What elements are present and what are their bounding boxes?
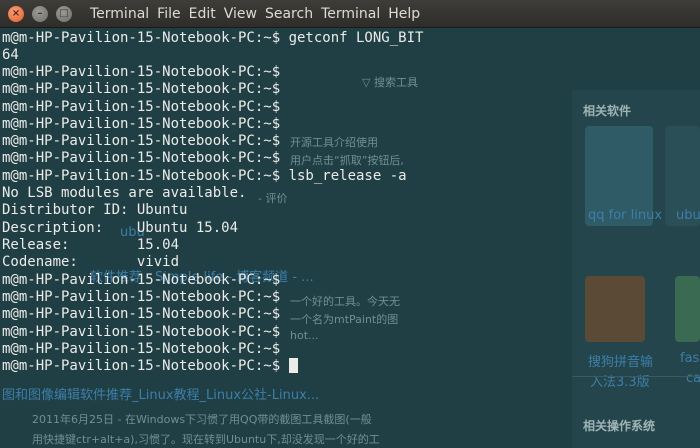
terminal-line: Distributor ID: Ubuntu xyxy=(2,202,188,218)
terminal-output[interactable]: m@m-HP-Pavilion-15-Notebook-PC:~$ getcon… xyxy=(0,28,700,448)
terminal-line: m@m-HP-Pavilion-15-Notebook-PC:~$ xyxy=(2,133,281,149)
terminal-line: m@m-HP-Pavilion-15-Notebook-PC:~$ getcon… xyxy=(2,30,424,46)
close-button[interactable]: × xyxy=(8,6,24,22)
terminal-line: 64 xyxy=(2,47,19,63)
terminal-line: Codename: vivid xyxy=(2,254,180,270)
terminal-line: m@m-HP-Pavilion-15-Notebook-PC:~$ xyxy=(2,99,281,115)
terminal-line: m@m-HP-Pavilion-15-Notebook-PC:~$ xyxy=(2,324,281,340)
terminal-line: m@m-HP-Pavilion-15-Notebook-PC:~$ xyxy=(2,341,281,357)
terminal-line: m@m-HP-Pavilion-15-Notebook-PC:~$ xyxy=(2,272,281,288)
minimize-button[interactable]: – xyxy=(32,6,48,22)
terminal-line: m@m-HP-Pavilion-15-Notebook-PC:~$ xyxy=(2,81,281,97)
menu-search[interactable]: Search xyxy=(265,0,313,28)
terminal-line: m@m-HP-Pavilion-15-Notebook-PC:~$ xyxy=(2,64,281,80)
terminal-line: No LSB modules are available. xyxy=(2,185,247,201)
maximize-button[interactable]: □ xyxy=(56,6,72,22)
menu-file[interactable]: File xyxy=(157,0,180,28)
terminal-prompt: m@m-HP-Pavilion-15-Notebook-PC:~$ xyxy=(2,358,281,374)
menu-help[interactable]: Help xyxy=(388,0,420,28)
terminal-line: Release: 15.04 xyxy=(2,237,180,253)
terminal-line: m@m-HP-Pavilion-15-Notebook-PC:~$ lsb_re… xyxy=(2,168,407,184)
terminal-line: m@m-HP-Pavilion-15-Notebook-PC:~$ xyxy=(2,306,281,322)
menu-bar: Terminal File Edit View Search Terminal … xyxy=(90,0,428,28)
menu-edit[interactable]: Edit xyxy=(189,0,216,28)
title-bar: × – □ Terminal File Edit View Search Ter… xyxy=(0,0,700,28)
terminal-prompt-line[interactable]: m@m-HP-Pavilion-15-Notebook-PC:~$ xyxy=(2,358,298,375)
terminal-line: m@m-HP-Pavilion-15-Notebook-PC:~$ xyxy=(2,116,281,132)
menu-view[interactable]: View xyxy=(224,0,257,28)
menu-terminal[interactable]: Terminal xyxy=(321,0,380,28)
app-title-menu[interactable]: Terminal xyxy=(90,0,149,28)
terminal-line: Description: Ubuntu 15.04 xyxy=(2,220,239,236)
terminal-line: m@m-HP-Pavilion-15-Notebook-PC:~$ xyxy=(2,150,281,166)
terminal-line: m@m-HP-Pavilion-15-Notebook-PC:~$ xyxy=(2,289,281,305)
text-cursor xyxy=(288,358,298,373)
